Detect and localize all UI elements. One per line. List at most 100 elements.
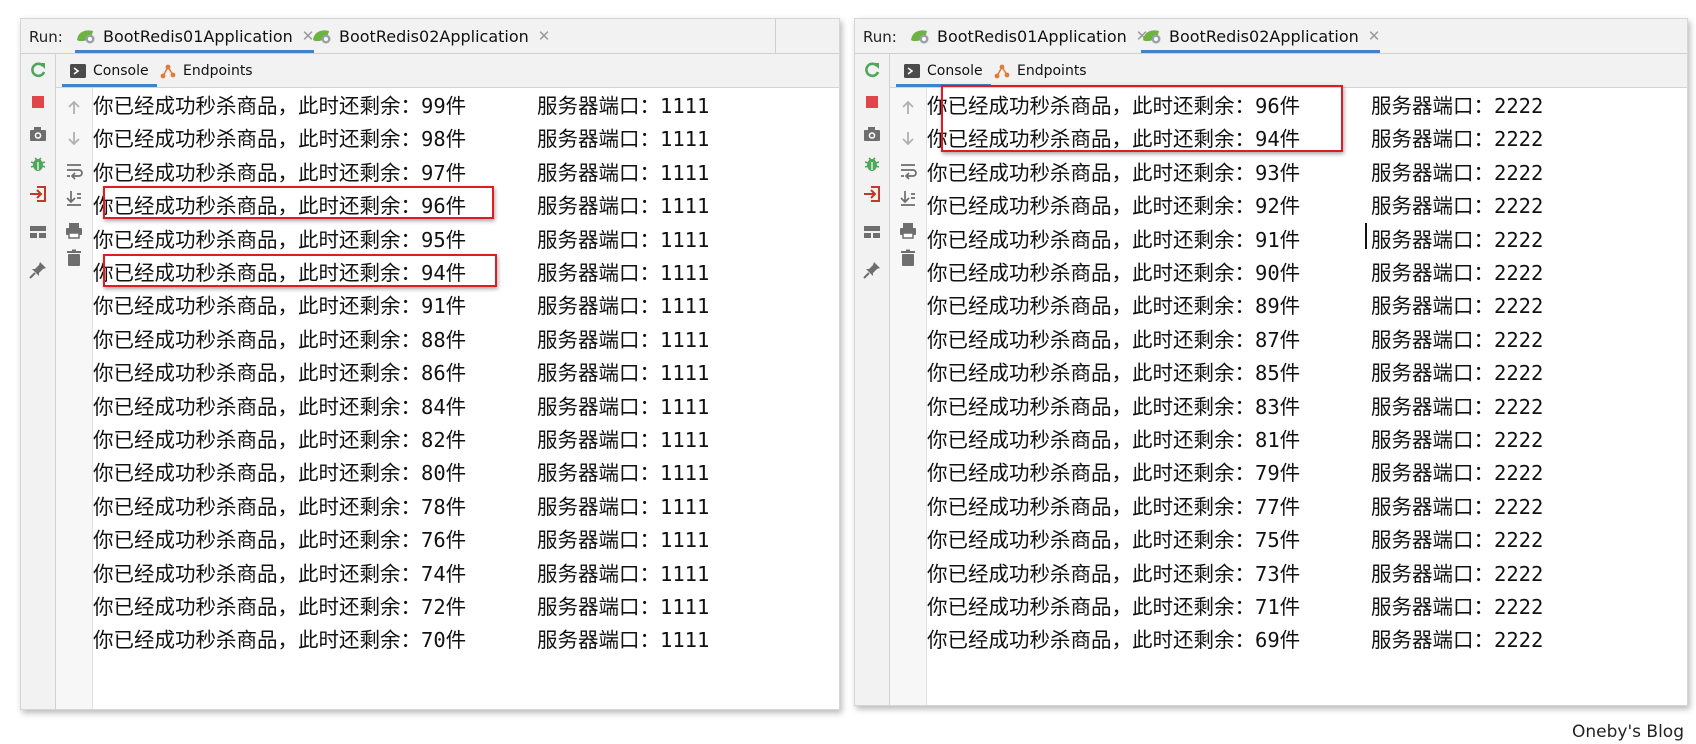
run-left-toolbar	[855, 54, 890, 705]
console-line: 你已经成功秒杀商品，此时还剩余：84件 服务器端口：1111	[93, 391, 839, 424]
console-line: 你已经成功秒杀商品，此时还剩余：72件 服务器端口：1111	[93, 591, 839, 624]
tab-bootredis01[interactable]: BootRedis01Application ✕	[909, 19, 1148, 53]
console-line: 你已经成功秒杀商品，此时还剩余：95件 服务器端口：1111	[93, 224, 839, 257]
camera-icon[interactable]	[28, 124, 48, 144]
console-line-message: 你已经成功秒杀商品，此时还剩余：97件	[93, 160, 467, 185]
tab-console[interactable]: Console	[896, 54, 991, 87]
console-line-port: 服务器端口：1111	[537, 494, 710, 519]
console-line-message: 你已经成功秒杀商品，此时还剩余：76件	[93, 528, 467, 553]
watermark: Oneby's Blog	[1572, 722, 1684, 742]
console-line-port: 服务器端口：2222	[1371, 294, 1544, 319]
console-line: 你已经成功秒杀商品，此时还剩余：91件 服务器端口：2222	[927, 224, 1687, 257]
console-line-message: 你已经成功秒杀商品，此时还剩余：78件	[93, 494, 467, 519]
console-line: 你已经成功秒杀商品，此时还剩余：71件 服务器端口：2222	[927, 591, 1687, 624]
console-line-port: 服务器端口：2222	[1371, 394, 1544, 419]
console-line-port: 服务器端口：1111	[537, 160, 710, 185]
console-line: 你已经成功秒杀商品，此时还剩余：88件 服务器端口：1111	[93, 324, 839, 357]
console-line-message: 你已经成功秒杀商品，此时还剩余：71件	[927, 595, 1301, 619]
layout-icon[interactable]	[862, 222, 882, 242]
console-line: 你已经成功秒杀商品，此时还剩余：91件 服务器端口：1111	[93, 290, 839, 323]
tab-endpoints[interactable]: Endpoints	[160, 54, 253, 87]
run-window-left: Run: BootRedis01Application ✕ BootRedis0…	[20, 18, 840, 710]
console-line-port: 服务器端口：2222	[1371, 361, 1544, 386]
run-left-toolbar	[21, 54, 56, 709]
rerun-icon[interactable]	[862, 60, 882, 80]
down-arrow-icon[interactable]	[898, 128, 918, 148]
console-line-port: 服务器端口：1111	[537, 261, 710, 285]
soft-wrap-icon[interactable]	[898, 160, 918, 180]
subtab-label: Endpoints	[183, 62, 253, 79]
exit-icon[interactable]	[862, 184, 882, 204]
layout-icon[interactable]	[28, 222, 48, 242]
console-gutter-toolbar	[890, 88, 927, 705]
console-line-message: 你已经成功秒杀商品，此时还剩余：91件	[927, 227, 1301, 252]
console-line-port: 服务器端口：2222	[1371, 628, 1544, 653]
console-line: 你已经成功秒杀商品，此时还剩余：98件 服务器端口：1111	[93, 123, 839, 156]
tab-bootredis01[interactable]: BootRedis01Application ✕	[75, 19, 315, 53]
console-line: 你已经成功秒杀商品，此时还剩余：89件 服务器端口：2222	[927, 290, 1687, 323]
console-line-port: 服务器端口：2222	[1371, 127, 1544, 152]
console-line: 你已经成功秒杀商品，此时还剩余：77件 服务器端口：2222	[927, 491, 1687, 524]
console-line-message: 你已经成功秒杀商品，此时还剩余：92件	[927, 194, 1301, 219]
tab-label: BootRedis01Application	[937, 26, 1127, 46]
debug-bug-icon[interactable]	[28, 154, 48, 174]
tab-bootredis02[interactable]: BootRedis02Application ✕	[311, 19, 550, 53]
console-line: 你已经成功秒杀商品，此时还剩余：92件 服务器端口：2222	[927, 190, 1687, 223]
run-subtabs: Console Endpoints	[56, 54, 839, 88]
scroll-to-end-icon[interactable]	[64, 188, 84, 208]
scroll-to-end-icon[interactable]	[898, 188, 918, 208]
highlight-box	[103, 186, 494, 219]
console-line: 你已经成功秒杀商品，此时还剩余：81件 服务器端口：2222	[927, 424, 1687, 457]
spring-boot-icon	[77, 30, 95, 44]
console-line-message: 你已经成功秒杀商品，此时还剩余：98件	[93, 127, 467, 152]
console-output[interactable]: 你已经成功秒杀商品，此时还剩余：99件 服务器端口：1111 你已经成功秒杀商品，此…	[93, 88, 839, 709]
console-output[interactable]: 你已经成功秒杀商品，此时还剩余：96件 服务器端口：2222 你已经成功秒杀商品，此…	[927, 88, 1687, 705]
trash-icon[interactable]	[64, 248, 84, 268]
console-line: 你已经成功秒杀商品，此时还剩余：74件 服务器端口：1111	[93, 558, 839, 591]
rerun-icon[interactable]	[28, 60, 48, 80]
soft-wrap-icon[interactable]	[64, 160, 84, 180]
console-line: 你已经成功秒杀商品，此时还剩余：75件 服务器端口：2222	[927, 524, 1687, 557]
console-line-port: 服务器端口：1111	[537, 461, 710, 486]
endpoints-icon	[994, 64, 1010, 78]
up-arrow-icon[interactable]	[898, 98, 918, 118]
pin-icon[interactable]	[862, 260, 882, 280]
stop-icon[interactable]	[28, 92, 48, 112]
console-line: 你已经成功秒杀商品，此时还剩余：85件 服务器端口：2222	[927, 357, 1687, 390]
console-line-message: 你已经成功秒杀商品，此时还剩余：88件	[93, 327, 467, 352]
pin-icon[interactable]	[28, 260, 48, 280]
exit-icon[interactable]	[28, 184, 48, 204]
spring-boot-icon	[1143, 30, 1161, 44]
tab-bootredis02[interactable]: BootRedis02Application ✕	[1141, 19, 1381, 53]
console-line-port: 服务器端口：1111	[537, 528, 710, 553]
tab-endpoints[interactable]: Endpoints	[994, 54, 1087, 87]
print-icon[interactable]	[898, 220, 918, 240]
console-line: 你已经成功秒杀商品，此时还剩余：93件 服务器端口：2222	[927, 157, 1687, 190]
console-line-port: 服务器端口：2222	[1371, 194, 1544, 219]
console-line-message: 你已经成功秒杀商品，此时还剩余：75件	[927, 528, 1301, 553]
console-line-message: 你已经成功秒杀商品，此时还剩余：95件	[93, 227, 467, 252]
camera-icon[interactable]	[862, 124, 882, 144]
subtab-label: Console	[927, 62, 983, 79]
console-line-port: 服务器端口：1111	[537, 127, 710, 152]
console-icon	[904, 63, 920, 78]
toolbar-separator	[775, 19, 776, 53]
console-line: 你已经成功秒杀商品，此时还剩余：83件 服务器端口：2222	[927, 391, 1687, 424]
console-line-port: 服务器端口：2222	[1371, 528, 1544, 553]
stop-icon[interactable]	[862, 92, 882, 112]
console-line: 你已经成功秒杀商品，此时还剩余：76件 服务器端口：1111	[93, 524, 839, 557]
debug-bug-icon[interactable]	[862, 154, 882, 174]
tab-close-icon[interactable]: ✕	[1368, 27, 1381, 45]
up-arrow-icon[interactable]	[64, 98, 84, 118]
console-line-message: 你已经成功秒杀商品，此时还剩余：89件	[927, 294, 1301, 319]
down-arrow-icon[interactable]	[64, 128, 84, 148]
text-caret	[1365, 223, 1367, 249]
console-line-port: 服务器端口：2222	[1371, 227, 1544, 252]
print-icon[interactable]	[64, 220, 84, 240]
console-line-port: 服务器端口：2222	[1371, 595, 1544, 619]
tab-console[interactable]: Console	[62, 54, 157, 87]
tab-close-icon[interactable]: ✕	[538, 27, 551, 45]
console-line-port: 服务器端口：1111	[537, 94, 710, 118]
trash-icon[interactable]	[898, 248, 918, 268]
tab-label: BootRedis02Application	[339, 26, 529, 46]
